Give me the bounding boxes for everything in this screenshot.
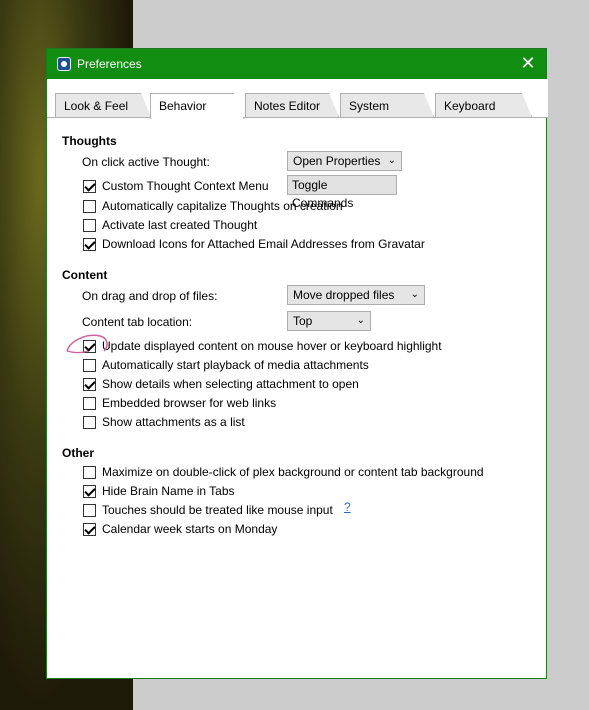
tab-location-label: Content tab location: [82,315,193,329]
gravatar-checkbox[interactable] [83,238,96,251]
on-click-select[interactable]: Open Properties ⌄ [287,151,402,171]
tab-keyboard[interactable]: Keyboard [435,93,532,117]
pen-annotation-icon [66,334,108,354]
capitalize-checkbox[interactable] [83,200,96,213]
toggle-commands-button[interactable]: Toggle Commands [287,175,397,210]
drag-drop-select[interactable]: Move dropped files ⌄ [287,285,425,305]
drag-drop-label: On drag and drop of files: [82,289,218,303]
calendar-checkbox[interactable] [83,523,96,536]
hide-brain-label: Hide Brain Name in Tabs [102,484,235,498]
embedded-browser-label: Embedded browser for web links [102,396,277,410]
attachments-list-checkbox[interactable] [83,416,96,429]
autoplay-checkbox[interactable] [83,359,96,372]
context-menu-label: Custom Thought Context Menu [102,179,269,193]
show-details-checkbox[interactable] [83,378,96,391]
preferences-dialog: Preferences ✕ Look & Feel Behavior Notes… [46,48,548,679]
touches-checkbox[interactable] [83,504,96,517]
touches-label: Touches should be treated like mouse inp… [102,503,333,517]
touches-help-link[interactable]: ? [344,500,351,514]
maximize-label: Maximize on double-click of plex backgro… [102,465,484,479]
attachments-list-label: Show attachments as a list [102,415,245,429]
tab-bar: Look & Feel Behavior Notes Editor System… [47,79,548,118]
title-bar: Preferences ✕ [47,49,546,79]
tab-divider [47,117,548,118]
tab-system[interactable]: System [340,93,434,117]
on-click-select-value: Open Properties [293,154,381,168]
tab-notes-editor[interactable]: Notes Editor [245,93,339,117]
hide-brain-checkbox[interactable] [83,485,96,498]
capitalize-label: Automatically capitalize Thoughts on cre… [102,199,343,213]
section-title-other: Other [62,446,95,460]
context-menu-checkbox[interactable] [83,180,96,193]
chevron-down-icon: ⌄ [356,315,365,326]
chevron-down-icon: ⌄ [387,155,396,166]
tab-look-and-feel[interactable]: Look & Feel [55,93,151,117]
section-title-thoughts: Thoughts [62,134,117,148]
window-title: Preferences [77,57,142,71]
gravatar-label: Download Icons for Attached Email Addres… [102,237,425,251]
activate-last-checkbox[interactable] [83,219,96,232]
show-details-label: Show details when selecting attachment t… [102,377,359,391]
autoplay-label: Automatically start playback of media at… [102,358,369,372]
drag-drop-select-value: Move dropped files [293,288,395,302]
section-title-content: Content [62,268,108,282]
close-icon[interactable]: ✕ [518,53,538,73]
tab-location-select-value: Top [293,314,313,328]
app-icon [57,57,71,71]
chevron-down-icon: ⌄ [410,289,419,300]
on-click-label: On click active Thought: [82,155,210,169]
calendar-label: Calendar week starts on Monday [102,522,278,536]
update-hover-label: Update displayed content on mouse hover … [102,339,442,353]
tab-behavior[interactable]: Behavior [150,93,244,119]
embedded-browser-checkbox[interactable] [83,397,96,410]
maximize-checkbox[interactable] [83,466,96,479]
tab-location-select[interactable]: Top ⌄ [287,311,371,331]
activate-last-label: Activate last created Thought [102,218,258,232]
